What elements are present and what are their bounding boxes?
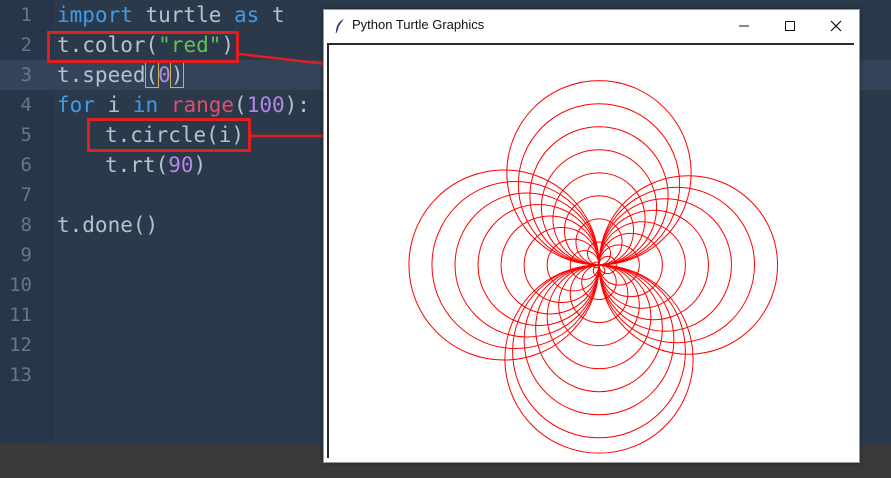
close-icon bbox=[830, 20, 842, 31]
turtle-circle bbox=[535, 264, 663, 393]
speed-call-prefix: t.speed bbox=[57, 63, 146, 87]
minimize-icon bbox=[739, 25, 749, 26]
line-number: 4 bbox=[20, 94, 32, 116]
code-line-3[interactable]: t.speed(0) bbox=[57, 60, 185, 90]
keyword-in: in bbox=[132, 93, 159, 117]
range-function: range bbox=[170, 93, 235, 117]
feather-icon bbox=[335, 19, 344, 34]
line-number: 12 bbox=[9, 334, 32, 356]
module-name: turtle bbox=[132, 3, 235, 27]
minimize-button[interactable] bbox=[721, 10, 767, 41]
turtle-graphics-window[interactable]: Python Turtle Graphics bbox=[323, 9, 860, 463]
line-number: 7 bbox=[20, 184, 32, 206]
window-titlebar[interactable]: Python Turtle Graphics bbox=[324, 10, 859, 41]
keyword-import: import bbox=[57, 3, 133, 27]
line-number: 5 bbox=[20, 124, 32, 146]
rt-call-prefix: t.rt( bbox=[105, 153, 169, 177]
turtle-circle bbox=[523, 264, 675, 416]
turtle-canvas[interactable] bbox=[327, 43, 854, 458]
rt-call-suffix: ) bbox=[193, 153, 207, 177]
loop-variable: i bbox=[94, 93, 133, 117]
line-number: 8 bbox=[20, 214, 32, 236]
alias-name: t bbox=[259, 3, 285, 27]
circle-line-highlight-box bbox=[87, 118, 251, 152]
line-number: 11 bbox=[9, 304, 32, 326]
close-button[interactable] bbox=[813, 10, 859, 41]
line-number: 3 bbox=[20, 64, 32, 86]
bracket-match-open: ( bbox=[144, 62, 160, 88]
keyword-for: for bbox=[57, 93, 95, 117]
maximize-icon bbox=[785, 20, 795, 31]
maximize-button[interactable] bbox=[767, 10, 813, 41]
turtle-drawing bbox=[408, 80, 779, 454]
turtle-circle bbox=[598, 198, 732, 332]
line-number: 6 bbox=[20, 154, 32, 176]
line-number: 2 bbox=[20, 34, 32, 56]
turtle-circle bbox=[517, 103, 681, 266]
code-line-1[interactable]: import turtle as t bbox=[57, 0, 285, 30]
turtle-circle bbox=[454, 192, 600, 338]
line-number: 10 bbox=[9, 274, 32, 296]
turtle-circle bbox=[512, 264, 686, 439]
code-line-4[interactable]: for i in range(100): bbox=[57, 90, 310, 120]
range-open: ( bbox=[234, 93, 247, 117]
code-line-6[interactable]: t.rt(90) bbox=[105, 150, 206, 180]
line-number: 1 bbox=[20, 4, 32, 26]
line-number: 9 bbox=[20, 244, 32, 266]
range-close: ): bbox=[284, 93, 310, 117]
range-number-arg: 100 bbox=[246, 93, 285, 117]
code-line-8[interactable]: t.done() bbox=[57, 210, 158, 240]
color-line-highlight-box bbox=[47, 31, 239, 63]
speed-number-arg: 0 bbox=[158, 63, 171, 87]
turtle-circle bbox=[477, 204, 600, 326]
keyword-as: as bbox=[234, 3, 260, 27]
window-title: Python Turtle Graphics bbox=[352, 17, 485, 32]
bracket-match-close: ) bbox=[169, 62, 185, 88]
line-number: 13 bbox=[9, 364, 32, 386]
turtle-circle bbox=[540, 149, 658, 266]
rt-number-arg: 90 bbox=[168, 153, 194, 177]
turtle-circle bbox=[504, 264, 694, 454]
